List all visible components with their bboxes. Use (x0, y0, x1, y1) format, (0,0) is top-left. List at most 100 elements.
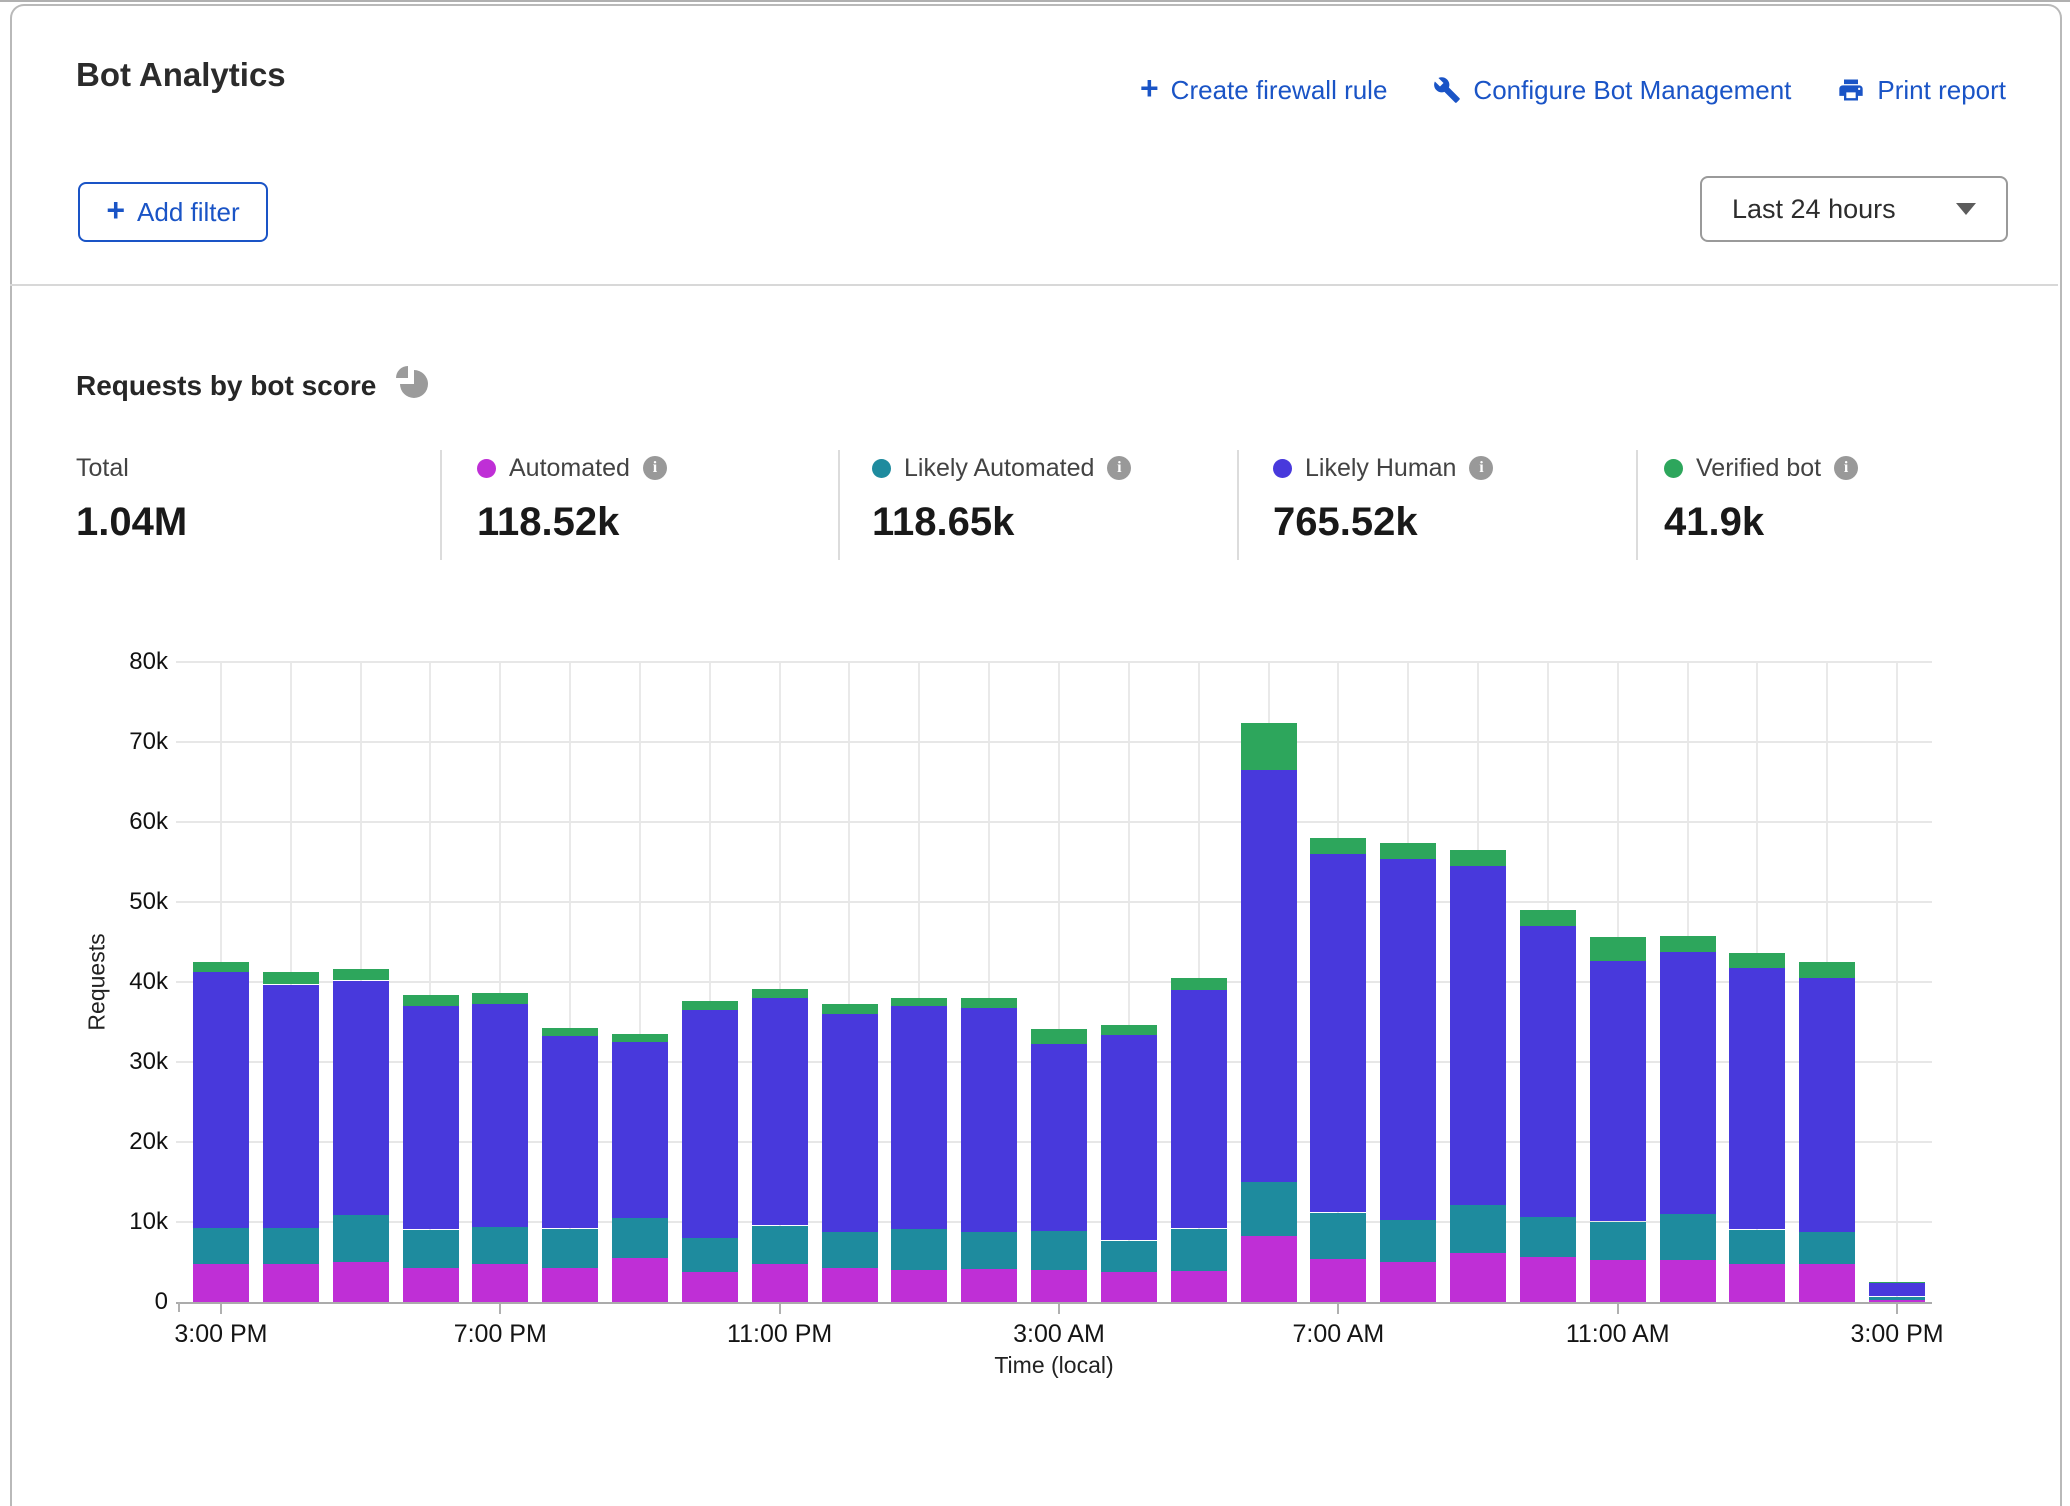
bar-segment-likely-human[interactable] (1869, 1282, 1925, 1296)
bar-segment-automated[interactable] (542, 1268, 598, 1302)
bar-segment-verified-bot[interactable] (752, 989, 808, 998)
bar-segment-verified-bot[interactable] (1520, 910, 1576, 926)
bar-segment-automated[interactable] (752, 1264, 808, 1302)
bar-segment-verified-bot[interactable] (403, 995, 459, 1006)
bar-segment-automated[interactable] (1380, 1262, 1436, 1302)
bar-segment-likely-automated[interactable] (1729, 1230, 1785, 1264)
bar-segment-likely-human[interactable] (1520, 926, 1576, 1217)
x-axis-tick-mark (499, 1304, 501, 1314)
bar-segment-automated[interactable] (1171, 1271, 1227, 1302)
bar-segment-likely-human[interactable] (961, 1007, 1017, 1232)
bar-segment-likely-automated[interactable] (961, 1232, 1017, 1269)
bar-segment-verified-bot[interactable] (1101, 1025, 1157, 1035)
bar-segment-automated[interactable] (1729, 1264, 1785, 1302)
bar-segment-likely-human[interactable] (403, 1006, 459, 1229)
bar-segment-likely-automated[interactable] (1310, 1213, 1366, 1259)
bar-segment-likely-automated[interactable] (1450, 1205, 1506, 1253)
bar-segment-verified-bot[interactable] (1450, 850, 1506, 866)
bar-segment-verified-bot[interactable] (1590, 937, 1646, 961)
bar-segment-likely-human[interactable] (1660, 952, 1716, 1214)
bar-segment-likely-automated[interactable] (822, 1231, 878, 1268)
bar-segment-automated[interactable] (1241, 1236, 1297, 1302)
bar-segment-likely-human[interactable] (472, 1004, 528, 1227)
bar-segment-likely-human[interactable] (752, 998, 808, 1225)
bar-segment-automated[interactable] (333, 1262, 389, 1302)
bar-segment-automated[interactable] (472, 1264, 528, 1302)
bar-segment-verified-bot[interactable] (1729, 953, 1785, 968)
bar-segment-likely-human[interactable] (1241, 770, 1297, 1182)
bar-segment-verified-bot[interactable] (961, 998, 1017, 1008)
bar-segment-verified-bot[interactable] (1869, 1282, 1925, 1283)
bar-segment-automated[interactable] (1450, 1253, 1506, 1302)
bar-segment-verified-bot[interactable] (822, 1004, 878, 1014)
bar-segment-likely-human[interactable] (193, 971, 249, 1228)
bar-segment-verified-bot[interactable] (193, 962, 249, 972)
bar-segment-verified-bot[interactable] (542, 1028, 598, 1036)
bar-segment-verified-bot[interactable] (1171, 978, 1227, 990)
bar-segment-automated[interactable] (403, 1268, 459, 1302)
bar-segment-verified-bot[interactable] (891, 998, 947, 1006)
bar-segment-likely-human[interactable] (1729, 968, 1785, 1229)
bar-segment-likely-automated[interactable] (333, 1215, 389, 1262)
bar-segment-likely-automated[interactable] (193, 1228, 249, 1264)
bar-segment-likely-automated[interactable] (1031, 1231, 1087, 1270)
bar-segment-likely-human[interactable] (1799, 978, 1855, 1232)
bar-segment-automated[interactable] (1520, 1257, 1576, 1302)
bar-segment-likely-automated[interactable] (891, 1229, 947, 1270)
bar-segment-likely-human[interactable] (263, 985, 319, 1228)
bar-segment-likely-automated[interactable] (1241, 1182, 1297, 1236)
bar-segment-likely-automated[interactable] (1171, 1229, 1227, 1271)
bar-segment-likely-human[interactable] (1101, 1034, 1157, 1240)
bar-segment-automated[interactable] (1590, 1260, 1646, 1302)
bar-segment-likely-human[interactable] (612, 1042, 668, 1218)
bar-segment-likely-automated[interactable] (682, 1238, 738, 1272)
bar-segment-likely-automated[interactable] (263, 1227, 319, 1264)
bar-segment-automated[interactable] (263, 1264, 319, 1302)
bar-segment-automated[interactable] (1031, 1270, 1087, 1302)
bar-segment-likely-automated[interactable] (1869, 1297, 1925, 1300)
bar-segment-likely-human[interactable] (822, 1014, 878, 1232)
bar-segment-verified-bot[interactable] (1310, 838, 1366, 854)
bar-segment-automated[interactable] (961, 1269, 1017, 1302)
bar-segment-automated[interactable] (1310, 1259, 1366, 1302)
bar-segment-automated[interactable] (891, 1270, 947, 1302)
bar-segment-likely-human[interactable] (1380, 858, 1436, 1220)
bar-segment-likely-automated[interactable] (612, 1218, 668, 1258)
bar-segment-automated[interactable] (822, 1268, 878, 1302)
bar-segment-verified-bot[interactable] (472, 993, 528, 1004)
bar-segment-likely-automated[interactable] (1660, 1214, 1716, 1260)
bar-segment-verified-bot[interactable] (1241, 723, 1297, 770)
bar-segment-likely-automated[interactable] (472, 1226, 528, 1264)
bar-segment-likely-automated[interactable] (1380, 1220, 1436, 1262)
bar-segment-likely-human[interactable] (1171, 990, 1227, 1228)
bar-segment-verified-bot[interactable] (682, 1001, 738, 1010)
bar-segment-automated[interactable] (193, 1264, 249, 1302)
bar-segment-likely-human[interactable] (1310, 854, 1366, 1212)
bar-segment-automated[interactable] (682, 1272, 738, 1302)
bar-segment-verified-bot[interactable] (1799, 962, 1855, 978)
bar-segment-verified-bot[interactable] (612, 1034, 668, 1042)
bar-segment-automated[interactable] (1660, 1260, 1716, 1302)
bar-segment-likely-automated[interactable] (542, 1229, 598, 1268)
bar-segment-likely-automated[interactable] (752, 1226, 808, 1264)
bar-segment-automated[interactable] (612, 1258, 668, 1302)
bar-segment-automated[interactable] (1799, 1264, 1855, 1302)
bar-segment-verified-bot[interactable] (1660, 936, 1716, 952)
bar-segment-likely-human[interactable] (542, 1035, 598, 1228)
bar-segment-automated[interactable] (1101, 1272, 1157, 1302)
bar-segment-verified-bot[interactable] (333, 969, 389, 980)
bar-segment-likely-human[interactable] (1450, 866, 1506, 1205)
bar-segment-likely-automated[interactable] (403, 1230, 459, 1268)
bar-segment-verified-bot[interactable] (263, 972, 319, 984)
bar-segment-likely-automated[interactable] (1590, 1222, 1646, 1260)
bar-segment-verified-bot[interactable] (1031, 1029, 1087, 1044)
bar-segment-likely-human[interactable] (682, 1010, 738, 1238)
bar-segment-likely-automated[interactable] (1101, 1241, 1157, 1272)
bar-segment-likely-automated[interactable] (1799, 1232, 1855, 1264)
bar-segment-likely-human[interactable] (1031, 1044, 1087, 1231)
bar-segment-likely-human[interactable] (333, 981, 389, 1215)
bar-segment-likely-human[interactable] (1590, 961, 1646, 1221)
bar-segment-likely-human[interactable] (891, 1006, 947, 1229)
bar-segment-verified-bot[interactable] (1380, 843, 1436, 859)
bar-segment-likely-automated[interactable] (1520, 1217, 1576, 1257)
